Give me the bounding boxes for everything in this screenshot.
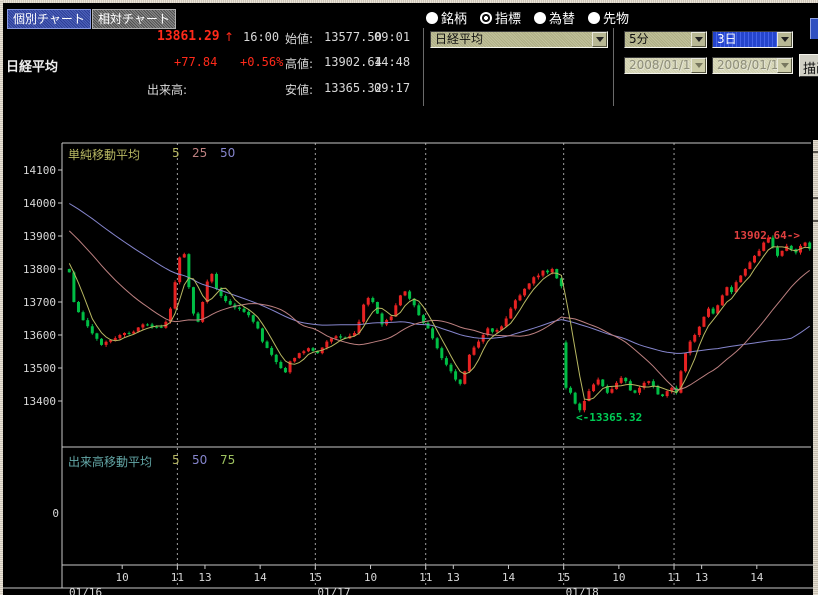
change-value: +77.84 — [174, 55, 217, 69]
change-percent: +0.56% — [240, 55, 283, 69]
tab-relative-chart[interactable]: 相対チャート — [92, 9, 176, 29]
svg-text:13500: 13500 — [23, 362, 56, 375]
chevron-down-icon — [691, 58, 706, 73]
svg-text:13: 13 — [447, 571, 460, 584]
draw-button[interactable]: 描画 — [799, 54, 818, 77]
vol-ma5-period: 5 — [172, 453, 180, 467]
svg-text:13: 13 — [695, 571, 708, 584]
svg-text:11: 11 — [667, 571, 680, 584]
high-label: 高値: — [285, 55, 313, 72]
chevron-down-icon[interactable] — [691, 32, 706, 47]
open-time: 09:01 — [374, 30, 410, 44]
svg-text:0: 0 — [52, 507, 59, 520]
chart-scrollbar[interactable] — [813, 140, 818, 595]
svg-text:15: 15 — [309, 571, 322, 584]
radio-selected-icon — [480, 12, 492, 24]
radio-sakimono[interactable]: 先物 — [588, 8, 629, 27]
svg-text:14: 14 — [750, 571, 764, 584]
ma-legend-label: 単純移動平均 — [68, 146, 140, 163]
divider — [613, 28, 614, 106]
last-price: 13861.29 — [157, 29, 220, 44]
svg-text:13900: 13900 — [23, 230, 56, 243]
chevron-down-icon — [777, 58, 792, 73]
svg-text:10: 10 — [364, 571, 377, 584]
svg-text:14: 14 — [502, 571, 516, 584]
svg-text:13800: 13800 — [23, 263, 56, 276]
radio-label: 為替 — [549, 8, 575, 27]
svg-text:13400: 13400 — [23, 395, 56, 408]
radio-kawase[interactable]: 為替 — [534, 8, 575, 27]
radio-icon — [588, 12, 600, 24]
date-from-value: 2008/01/16 — [625, 58, 691, 73]
svg-text:14: 14 — [254, 571, 268, 584]
ma5-period: 5 — [172, 146, 180, 160]
radio-label: 銘柄 — [441, 8, 467, 27]
svg-text:14000: 14000 — [23, 197, 56, 210]
open-label: 始値: — [285, 30, 313, 47]
ma-lines-layer — [69, 204, 809, 400]
window-control-fragment — [810, 18, 818, 39]
grid-layer — [177, 143, 674, 587]
price-annotation: 13902.64-> — [734, 229, 801, 242]
window-border-left — [0, 0, 3, 595]
interval-combobox[interactable]: 5分 — [624, 31, 707, 48]
range-combobox-value: 3日 — [713, 32, 777, 47]
axis-layer: 1410014000139001380013700136001350013400… — [3, 143, 813, 595]
candles-layer — [68, 235, 811, 412]
chevron-down-icon[interactable] — [777, 32, 792, 47]
radio-meigara[interactable]: 銘柄 — [426, 8, 467, 27]
interval-combobox-value: 5分 — [625, 32, 691, 47]
date-to-combobox: 2008/01/18 — [712, 57, 793, 74]
vol-ma50-period: 50 — [192, 453, 207, 467]
low-time: 09:17 — [374, 81, 410, 95]
last-time: 16:00 — [243, 30, 279, 44]
svg-text:14100: 14100 — [23, 164, 56, 177]
divider — [423, 28, 424, 106]
scrollbar-tick — [813, 220, 818, 222]
svg-text:01/16: 01/16 — [69, 586, 102, 595]
tab-individual-chart[interactable]: 個別チャート — [7, 9, 91, 29]
svg-text:11: 11 — [171, 571, 184, 584]
range-combobox[interactable]: 3日 — [712, 31, 793, 48]
svg-text:13600: 13600 — [23, 329, 56, 342]
svg-text:13700: 13700 — [23, 296, 56, 309]
high-time: 14:48 — [374, 55, 410, 69]
chevron-down-icon[interactable] — [592, 32, 607, 47]
date-to-value: 2008/01/18 — [713, 58, 777, 73]
radio-shihyo[interactable]: 指標 — [480, 8, 521, 27]
volume-ma-legend: 出来高移動平均 5 50 75 — [0, 453, 818, 467]
volume-ma-legend-label: 出来高移動平均 — [68, 453, 152, 470]
instrument-name: 日経平均 — [6, 56, 58, 75]
radio-icon — [534, 12, 546, 24]
annotations-layer: 13902.64-> <-13365.32 — [576, 229, 800, 424]
svg-text:10: 10 — [116, 571, 129, 584]
svg-text:10: 10 — [612, 571, 625, 584]
date-from-combobox: 2008/01/16 — [624, 57, 707, 74]
category-radio-group: 銘柄 指標 為替 先物 — [426, 8, 629, 27]
vol-ma75-period: 75 — [220, 453, 235, 467]
scrollbar-tick — [813, 197, 818, 199]
radio-icon — [426, 12, 438, 24]
svg-text:01/18: 01/18 — [566, 586, 599, 595]
up-arrow-icon: ↑ — [224, 30, 234, 44]
low-label: 安値: — [285, 81, 313, 98]
price-annotation: <-13365.32 — [576, 411, 642, 424]
svg-text:01/17: 01/17 — [317, 586, 350, 595]
radio-label: 指標 — [495, 8, 521, 27]
symbol-combobox[interactable]: 日経平均 — [430, 31, 608, 48]
window-border-top — [0, 0, 818, 3]
svg-text:11: 11 — [419, 571, 432, 584]
ma25-period: 25 — [192, 146, 207, 160]
svg-text:13: 13 — [198, 571, 211, 584]
volume-label: 出来高: — [147, 81, 187, 98]
price-ma-legend: 単純移動平均 5 25 50 — [0, 146, 818, 160]
ma50-period: 50 — [220, 146, 235, 160]
symbol-combobox-value: 日経平均 — [431, 32, 592, 47]
radio-label: 先物 — [603, 8, 629, 27]
svg-text:15: 15 — [557, 571, 570, 584]
